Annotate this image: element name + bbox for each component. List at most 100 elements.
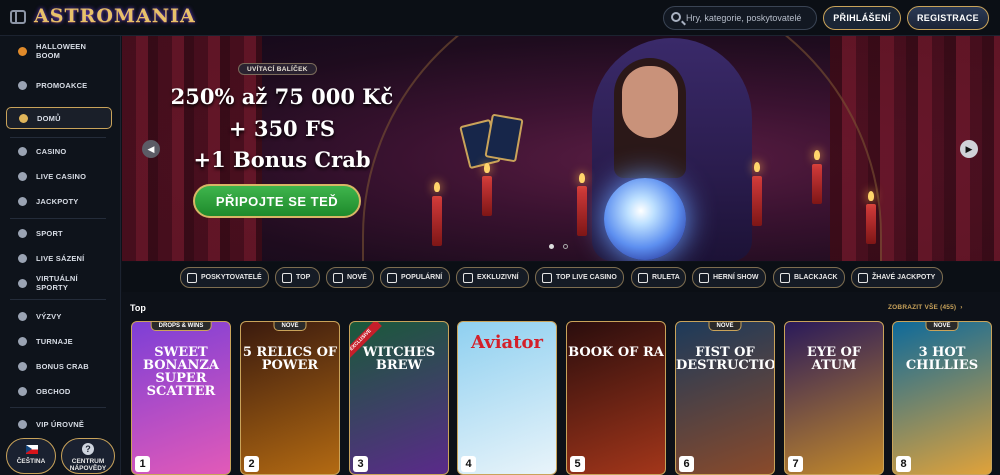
hero-banner[interactable]: UVÍTACÍ BALÍČEK 250% až 75 000 Kč + 350 … bbox=[122, 36, 1000, 261]
game-title: SWEET BONANZA SUPER SCATTER bbox=[143, 345, 219, 399]
sidebar-item-domu[interactable]: DOMŮ bbox=[6, 107, 112, 129]
carousel-dot[interactable] bbox=[563, 244, 568, 249]
sidebar-divider bbox=[10, 218, 106, 219]
sidebar-item-virtualni-sporty[interactable]: VIRTUÁLNÍ SPORTY bbox=[6, 272, 112, 294]
language-button[interactable]: ČEŠTINA bbox=[6, 438, 56, 474]
carousel-dot-active[interactable] bbox=[549, 244, 554, 249]
game-tile[interactable]: EYE OF ATUM 7 bbox=[784, 321, 884, 475]
category-roulette[interactable]: RULETA bbox=[631, 267, 686, 288]
help-center-label: CENTRUM NÁPOVĚDY bbox=[62, 458, 114, 472]
category-exclusive[interactable]: EXKLUZIVNÍ bbox=[456, 267, 529, 288]
game-tile[interactable]: WITCHES BREW EXCLUSIVE 3 bbox=[349, 321, 449, 475]
category-new[interactable]: NOVÉ bbox=[326, 267, 374, 288]
pumpkin-icon bbox=[18, 46, 27, 56]
chevron-right-icon: › bbox=[960, 304, 963, 311]
category-label: TOP bbox=[296, 274, 311, 281]
providers-icon bbox=[187, 273, 197, 283]
sidebar-item-label: LIVE CASINO bbox=[36, 171, 87, 181]
virtual-sports-icon bbox=[18, 278, 27, 288]
sidebar-item-halloween-boom[interactable]: HALLOWEEN BOOM bbox=[6, 40, 112, 62]
game-tag-badge: NOVÉ bbox=[273, 322, 307, 331]
logo[interactable]: ASTROMANIA bbox=[34, 5, 196, 27]
casino-chip-icon bbox=[18, 146, 27, 156]
game-tile[interactable]: Aviator 4 bbox=[457, 321, 557, 475]
candle bbox=[577, 186, 587, 236]
roulette-icon bbox=[638, 273, 648, 283]
game-tile[interactable]: 3 HOT CHILLIES NOVÉ 8 bbox=[892, 321, 992, 475]
sidebar-item-live-casino[interactable]: LIVE CASINO bbox=[6, 165, 112, 187]
sidebar-divider bbox=[10, 407, 106, 408]
candle-flame bbox=[754, 162, 760, 172]
game-tile[interactable]: FIST OF DESTRUCTION NOVÉ 6 bbox=[675, 321, 775, 475]
category-blackjack[interactable]: BLACKJACK bbox=[773, 267, 845, 288]
game-title: WITCHES BREW bbox=[362, 345, 436, 373]
category-hot-jackpots[interactable]: ŽHAVÉ JACKPOTY bbox=[851, 267, 943, 288]
sidebar-item-label: SPORT bbox=[36, 228, 63, 238]
sidebar-item-label: LIVE SÁZENÍ bbox=[36, 253, 85, 263]
game-tag-badge: DROPS & WINS bbox=[150, 322, 212, 331]
sidebar-item-turnaje[interactable]: TURNAJE bbox=[6, 330, 112, 352]
carousel-prev-arrow-icon[interactable]: ◀ bbox=[142, 140, 160, 158]
sidebar-toggle-icon[interactable] bbox=[10, 10, 26, 24]
sidebar-item-label: VÝZVY bbox=[36, 311, 62, 321]
hot-jackpot-icon bbox=[858, 273, 868, 283]
category-top-live-casino[interactable]: TOP LIVE CASINO bbox=[535, 267, 624, 288]
game-rank-badge: 7 bbox=[788, 456, 803, 472]
cards-icon bbox=[780, 273, 790, 283]
sidebar-item-label: HALLOWEEN BOOM bbox=[36, 42, 87, 60]
candle bbox=[432, 196, 442, 246]
category-providers[interactable]: POSKYTOVATELÉ bbox=[180, 267, 269, 288]
game-rank-badge: 2 bbox=[244, 456, 259, 472]
game-tile[interactable]: SWEET BONANZA SUPER SCATTER DROPS & WINS 1 bbox=[131, 321, 231, 475]
help-center-button[interactable]: ? CENTRUM NÁPOVĚDY bbox=[61, 438, 115, 474]
game-rank-badge: 4 bbox=[461, 456, 476, 472]
live-betting-icon bbox=[18, 253, 27, 263]
game-title: BOOK OF RA bbox=[568, 345, 664, 360]
sidebar-divider bbox=[10, 137, 106, 138]
sidebar-item-label: JACKPOTY bbox=[36, 196, 79, 206]
sidebar-item-sport[interactable]: SPORT bbox=[6, 222, 112, 244]
sidebar-divider bbox=[10, 299, 106, 300]
sidebar-item-jackpoty[interactable]: JACKPOTY bbox=[6, 190, 112, 212]
category-bar: POSKYTOVATELÉ TOP NOVÉ POPULÁRNÍ EXKLUZI… bbox=[122, 262, 1000, 292]
live-card-icon bbox=[18, 171, 27, 181]
game-tile[interactable]: BOOK OF RA 5 bbox=[566, 321, 666, 475]
game-tag-badge: NOVÉ bbox=[925, 322, 959, 331]
sidebar-item-promoakce[interactable]: PROMOAKCE bbox=[6, 74, 112, 96]
category-top[interactable]: TOP bbox=[275, 267, 320, 288]
challenge-icon bbox=[18, 311, 27, 321]
tarot-cards bbox=[459, 113, 526, 170]
register-button[interactable]: REGISTRACE bbox=[907, 6, 989, 30]
category-label: RULETA bbox=[652, 274, 680, 281]
category-label: TOP LIVE CASINO bbox=[556, 274, 617, 281]
carousel-next-arrow-icon[interactable]: ▶ bbox=[960, 140, 978, 158]
candle-flame bbox=[814, 150, 820, 160]
category-label: POSKYTOVATELÉ bbox=[201, 274, 262, 281]
sidebar-item-casino[interactable]: CASINO bbox=[6, 140, 112, 162]
language-label: ČEŠTINA bbox=[16, 458, 46, 465]
category-popular[interactable]: POPULÁRNÍ bbox=[380, 267, 450, 288]
login-button[interactable]: PŘIHLÁŠENÍ bbox=[823, 6, 901, 30]
candle-flame bbox=[868, 191, 874, 201]
candle-flame bbox=[579, 173, 585, 183]
hero-headline-line1: 250% až 75 000 Kč bbox=[170, 84, 394, 109]
sidebar-item-live-sazeni[interactable]: LIVE SÁZENÍ bbox=[6, 247, 112, 269]
sidebar-item-bonus-crab[interactable]: BONUS CRAB bbox=[6, 355, 112, 377]
category-game-show[interactable]: HERNÍ SHOW bbox=[692, 267, 766, 288]
candle-flame bbox=[484, 163, 490, 173]
sidebar-item-vip-urovne[interactable]: VIP ÚROVNĚ bbox=[6, 413, 112, 435]
join-now-button[interactable]: PŘIPOJTE SE TEĎ bbox=[193, 184, 361, 218]
help-label-line2: NÁPOVĚDY bbox=[69, 465, 107, 472]
game-tile[interactable]: 5 RELICS OF POWER NOVÉ 2 bbox=[240, 321, 340, 475]
sidebar-item-obchod[interactable]: OBCHOD bbox=[6, 380, 112, 402]
game-rank-badge: 5 bbox=[570, 456, 585, 472]
category-label: EXKLUZIVNÍ bbox=[477, 274, 519, 281]
search-box[interactable] bbox=[663, 6, 817, 30]
search-input[interactable] bbox=[686, 9, 814, 27]
game-title: EYE OF ATUM bbox=[806, 345, 862, 373]
sidebar-item-label: PROMOAKCE bbox=[36, 80, 88, 90]
candle-flame bbox=[434, 182, 440, 192]
view-all-link[interactable]: ZOBRAZIT VŠE (455) › bbox=[888, 304, 963, 311]
sidebar-item-vyzvy[interactable]: VÝZVY bbox=[6, 305, 112, 327]
game-rank-badge: 1 bbox=[135, 456, 150, 472]
